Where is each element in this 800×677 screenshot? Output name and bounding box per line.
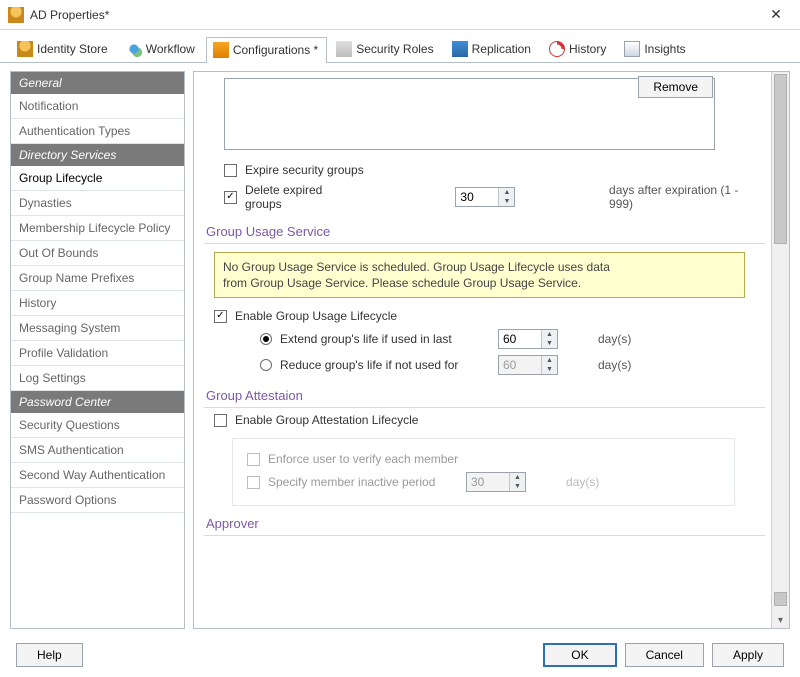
delete-expired-groups-checkbox[interactable]: [224, 191, 237, 204]
tab-insights[interactable]: Insights: [617, 36, 694, 62]
titlebar: AD Properties* ✕: [0, 0, 800, 30]
spin-up-icon: ▲: [510, 473, 525, 482]
delete-expired-days-suffix: days after expiration (1 - 999): [609, 183, 765, 211]
tab-label: Replication: [472, 42, 531, 56]
sidebar-item-history[interactable]: History: [11, 291, 184, 316]
dialog-footer: Help OK Cancel Apply: [0, 633, 800, 677]
delete-expired-groups-label: Delete expired groups: [245, 183, 362, 211]
inactive-days-unit: day(s): [566, 475, 616, 489]
remove-button[interactable]: Remove: [638, 76, 713, 98]
tab-replication[interactable]: Replication: [445, 36, 540, 62]
reduce-days-spinner: ▲▼: [498, 355, 558, 375]
tab-label: Configurations *: [233, 43, 318, 57]
section-group-attestation: Group Attestaion: [204, 388, 765, 408]
workflow-icon: [126, 41, 142, 57]
enforce-verify-member-label: Enforce user to verify each member: [268, 452, 458, 466]
usage-warning-line1: No Group Usage Service is scheduled. Gro…: [223, 259, 736, 275]
reduce-group-life-radio[interactable]: [260, 359, 272, 371]
work-area: General Notification Authentication Type…: [0, 63, 800, 633]
sidebar-item-notification[interactable]: Notification: [11, 94, 184, 119]
delete-expired-days-input[interactable]: [456, 188, 498, 206]
extend-group-life-label: Extend group's life if used in last: [280, 332, 490, 346]
sidebar-item-sms-authentication[interactable]: SMS Authentication: [11, 438, 184, 463]
specify-inactive-period-label: Specify member inactive period: [268, 475, 458, 489]
sidebar-item-out-of-bounds[interactable]: Out Of Bounds: [11, 241, 184, 266]
extend-days-spinner[interactable]: ▲▼: [498, 329, 558, 349]
enable-group-attestation-checkbox[interactable]: [214, 414, 227, 427]
tab-identity-store[interactable]: Identity Store: [10, 36, 117, 62]
reduce-days-unit: day(s): [598, 358, 648, 372]
inactive-days-input: [467, 473, 509, 491]
tab-label: Insights: [644, 42, 685, 56]
sidebar-header-directory-services: Directory Services: [11, 144, 184, 166]
help-button[interactable]: Help: [16, 643, 83, 667]
enforce-verify-member-checkbox: [247, 453, 260, 466]
sidebar-item-password-options[interactable]: Password Options: [11, 488, 184, 513]
history-icon: [549, 41, 565, 57]
usage-service-warning: No Group Usage Service is scheduled. Gro…: [214, 252, 745, 298]
spin-down-icon: ▼: [542, 365, 557, 374]
app-icon: [8, 7, 24, 23]
section-approver: Approver: [204, 516, 765, 536]
sidebar-item-messaging-system[interactable]: Messaging System: [11, 316, 184, 341]
scroll-down-icon[interactable]: ▾: [772, 615, 789, 626]
inactive-days-spinner: ▲▼: [466, 472, 526, 492]
spin-up-icon[interactable]: ▲: [542, 330, 557, 339]
spin-down-icon[interactable]: ▼: [499, 197, 514, 206]
tab-label: Security Roles: [356, 42, 433, 56]
spin-up-icon[interactable]: ▲: [499, 188, 514, 197]
tab-configurations[interactable]: Configurations *: [206, 37, 327, 63]
usage-warning-line2: from Group Usage Service. Please schedul…: [223, 275, 736, 291]
insights-icon: [624, 41, 640, 57]
window-title: AD Properties*: [30, 8, 756, 22]
extend-days-input[interactable]: [499, 330, 541, 348]
tab-strip: Identity Store Workflow Configurations *…: [0, 30, 800, 63]
tab-label: Workflow: [146, 42, 195, 56]
security-roles-icon: [336, 41, 352, 57]
enable-group-usage-lifecycle-checkbox[interactable]: [214, 310, 227, 323]
specify-inactive-period-checkbox: [247, 476, 260, 489]
content-panel: ▾ Remove Expire security groups Delete e…: [193, 71, 790, 629]
sidebar-item-membership-lifecycle-policy[interactable]: Membership Lifecycle Policy: [11, 216, 184, 241]
spin-down-icon[interactable]: ▼: [542, 339, 557, 348]
sidebar-item-dynasties[interactable]: Dynasties: [11, 191, 184, 216]
sidebar-item-authentication-types[interactable]: Authentication Types: [11, 119, 184, 144]
replication-icon: [452, 41, 468, 57]
extend-group-life-radio[interactable]: [260, 333, 272, 345]
cancel-button[interactable]: Cancel: [625, 643, 704, 667]
sidebar-item-group-name-prefixes[interactable]: Group Name Prefixes: [11, 266, 184, 291]
sidebar-header-password-center: Password Center: [11, 391, 184, 413]
tab-security-roles[interactable]: Security Roles: [329, 36, 442, 62]
close-button[interactable]: ✕: [756, 6, 796, 23]
spin-down-icon: ▼: [510, 482, 525, 491]
tab-workflow[interactable]: Workflow: [119, 36, 204, 62]
delete-expired-days-spinner[interactable]: ▲▼: [455, 187, 515, 207]
tab-label: Identity Store: [37, 42, 108, 56]
sidebar-header-general: General: [11, 72, 184, 94]
scroll-thumb[interactable]: [774, 74, 787, 244]
identity-store-icon: [17, 41, 33, 57]
ok-button[interactable]: OK: [543, 643, 616, 667]
sidebar-item-second-way-authentication[interactable]: Second Way Authentication: [11, 463, 184, 488]
reduce-group-life-label: Reduce group's life if not used for: [280, 358, 490, 372]
tab-history[interactable]: History: [542, 36, 615, 62]
configurations-icon: [213, 42, 229, 58]
apply-button[interactable]: Apply: [712, 643, 784, 667]
scroll-thumb-secondary[interactable]: [774, 592, 787, 606]
spin-up-icon: ▲: [542, 356, 557, 365]
sidebar-item-profile-validation[interactable]: Profile Validation: [11, 341, 184, 366]
sidebar: General Notification Authentication Type…: [10, 71, 185, 629]
sidebar-item-group-lifecycle[interactable]: Group Lifecycle: [11, 166, 184, 191]
vertical-scrollbar[interactable]: ▾: [771, 72, 789, 628]
tab-label: History: [569, 42, 606, 56]
sidebar-item-log-settings[interactable]: Log Settings: [11, 366, 184, 391]
sidebar-item-security-questions[interactable]: Security Questions: [11, 413, 184, 438]
expire-security-groups-checkbox[interactable]: [224, 164, 237, 177]
enable-group-attestation-label: Enable Group Attestation Lifecycle: [235, 413, 418, 427]
section-group-usage-service: Group Usage Service: [204, 224, 765, 244]
reduce-days-input: [499, 356, 541, 374]
extend-days-unit: day(s): [598, 332, 648, 346]
expire-security-groups-label: Expire security groups: [245, 163, 364, 177]
enable-group-usage-lifecycle-label: Enable Group Usage Lifecycle: [235, 309, 397, 323]
